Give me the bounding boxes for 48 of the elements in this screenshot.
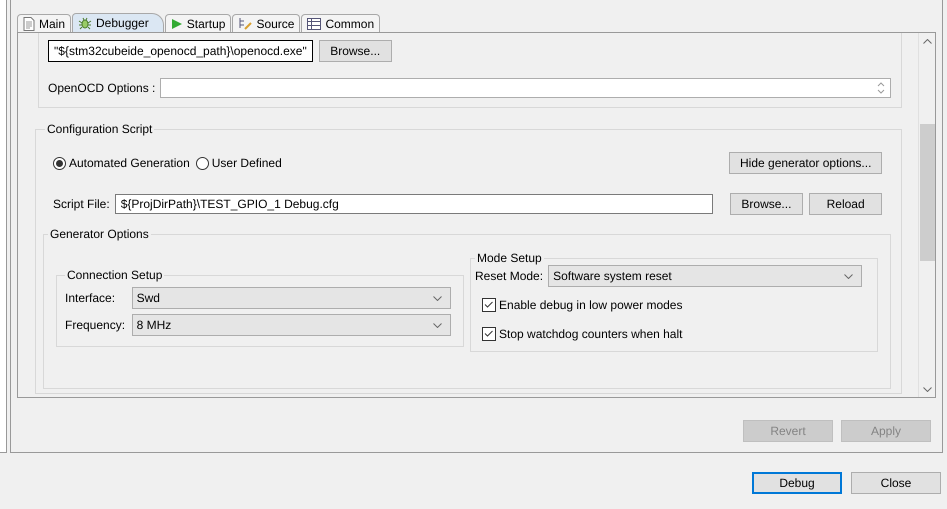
openocd-path-field[interactable]: "${stm32cubeide_openocd_path}\openocd.exe" bbox=[48, 40, 313, 62]
openocd-options-field[interactable] bbox=[160, 78, 892, 98]
checkmark-icon bbox=[483, 328, 494, 339]
field-label: Frequency: bbox=[65, 318, 126, 332]
field-label: Interface: bbox=[65, 291, 116, 305]
scrollbar[interactable] bbox=[918, 33, 935, 397]
table-icon bbox=[307, 18, 322, 30]
bug-icon bbox=[78, 16, 92, 30]
chevron-down-icon bbox=[433, 322, 442, 328]
tab[interactable]: Debugger bbox=[72, 13, 164, 32]
source-tree-icon bbox=[238, 16, 252, 30]
tab[interactable]: Startup bbox=[164, 14, 232, 32]
dropdown[interactable]: Software system reset bbox=[548, 265, 862, 287]
chevron-up-icon bbox=[922, 39, 932, 44]
script-file-label: Script File: bbox=[53, 197, 110, 211]
chevron-down-icon bbox=[433, 296, 442, 300]
dropdown[interactable]: Swd bbox=[132, 287, 452, 309]
radio-button[interactable] bbox=[53, 156, 66, 170]
spinner-icon bbox=[877, 82, 886, 94]
tab[interactable]: Main bbox=[17, 14, 72, 32]
checkbox[interactable] bbox=[482, 327, 496, 341]
group-title: Connection Setup bbox=[66, 268, 164, 282]
group-title: Generator Options bbox=[49, 227, 150, 241]
dialog-button[interactable]: Close bbox=[851, 472, 941, 494]
radio-button[interactable] bbox=[196, 156, 209, 170]
reset-mode-label: Reset Mode: bbox=[475, 269, 544, 283]
radio-option[interactable]: User Defined bbox=[196, 156, 282, 170]
checkbox-option[interactable]: Stop watchdog counters when halt bbox=[475, 327, 865, 341]
hide-generator-options-button[interactable]: Hide generator options... bbox=[729, 152, 882, 174]
browse-button[interactable]: Browse... bbox=[318, 40, 392, 62]
tab[interactable]: Source bbox=[232, 14, 300, 32]
group-title: Configuration Script bbox=[46, 122, 154, 136]
play-icon bbox=[170, 18, 183, 30]
chevron-down-icon bbox=[844, 274, 854, 278]
checkbox[interactable] bbox=[482, 298, 496, 312]
script-file-field[interactable]: ${ProjDirPath}\TEST_GPIO_1 Debug.cfg bbox=[114, 194, 713, 214]
reload-button[interactable]: Reload bbox=[809, 193, 882, 215]
group-title: Mode Setup bbox=[476, 251, 543, 265]
openocd-options-label: OpenOCD Options : bbox=[48, 81, 156, 95]
dropdown[interactable]: 8 MHz bbox=[132, 314, 452, 336]
radio-option[interactable]: Automated Generation bbox=[53, 156, 190, 170]
dialog-button[interactable]: Debug bbox=[752, 472, 842, 494]
browse-button[interactable]: Browse... bbox=[730, 193, 804, 215]
chevron-down-icon bbox=[922, 387, 932, 392]
checkbox-option[interactable]: Enable debug in low power modes bbox=[475, 298, 865, 312]
scrollbar-thumb[interactable] bbox=[920, 124, 934, 261]
tab[interactable]: Common bbox=[301, 14, 380, 32]
checkmark-icon bbox=[483, 299, 494, 310]
